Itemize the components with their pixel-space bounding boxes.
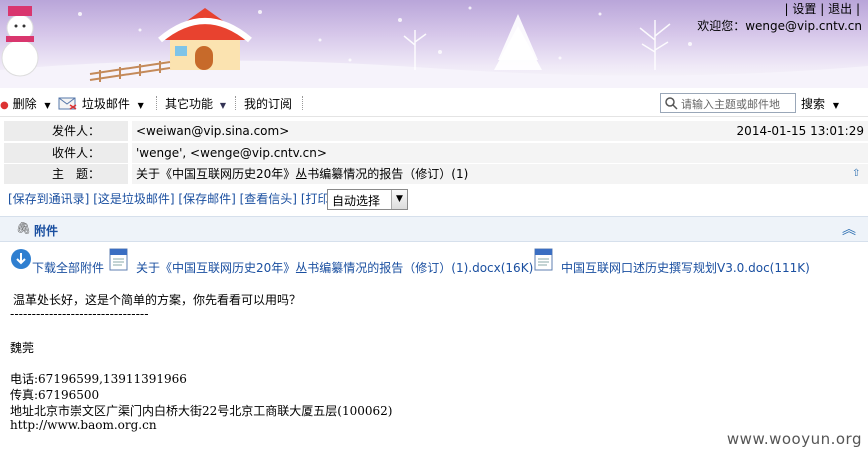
mark-spam-link[interactable]: [这是垃圾邮件] [93, 192, 174, 206]
body-sender-name: 魏莞 [10, 341, 35, 355]
paperclip-icon: 🖇 [16, 221, 32, 235]
toolbar-divider [235, 96, 237, 110]
collapse-attachments-icon[interactable]: ︽ [842, 219, 856, 239]
chevron-down-icon: ▼ [44, 101, 51, 110]
winter-banner: | 设置 | 退出 | 欢迎您：wenge@vip.cntv.cn [0, 0, 868, 88]
body-address: 地址北京市崇文区广渠门内白桥大街22号北京工商联大厦五层(100062) [10, 404, 393, 418]
banner-illustration [0, 6, 868, 88]
body-divider: -------------------------------- [10, 307, 149, 321]
from-row: 发件人： <weiwan@vip.sina.com> 2014-01-15 13… [4, 121, 868, 141]
download-all-link[interactable]: 下载全部附件 [32, 259, 104, 276]
spam-mail-icon [58, 97, 77, 110]
attachment-file-link[interactable]: 中国互联网口述历史撰写规划V3.0.doc(111K) [561, 259, 810, 276]
to-label: 收件人： [4, 143, 128, 163]
attachment-file-link[interactable]: 关于《中国互联网历史20年》丛书编纂情况的报告（修订）(1).docx(16K) [136, 259, 533, 276]
subject-row: 主 题： 关于《中国互联网历史20年》丛书编纂情况的报告（修订）(1) [4, 164, 868, 184]
to-row: 收件人： 'wenge', <wenge@vip.cntv.cn> [4, 143, 868, 163]
spam-label: 垃圾邮件 [81, 97, 130, 111]
sent-date: 2014-01-15 13:01:29 [736, 124, 864, 138]
top-links: | 设置 | 退出 | [785, 0, 860, 17]
top-links-divider: | [820, 2, 825, 16]
top-links-divider: | [784, 2, 789, 16]
delete-label: 删除 [12, 97, 37, 111]
chevron-down-icon: ▼ [391, 190, 407, 209]
download-icon [11, 249, 31, 269]
search-icon [665, 97, 678, 110]
view-headers-link[interactable]: [查看信头] [240, 192, 297, 206]
from-label: 发件人： [4, 121, 128, 141]
other-functions-button[interactable]: 其它功能 ▼ [165, 95, 226, 112]
search-placeholder: 请输入主题或邮件地 [681, 98, 780, 111]
save-mail-link[interactable]: [保存邮件] [178, 192, 235, 206]
welcome-text: 欢迎您：wenge@vip.cntv.cn [697, 19, 862, 33]
toolbar-divider [302, 96, 304, 110]
chevron-down-icon: ▼ [832, 101, 839, 110]
encoding-select-value: 自动选择 [332, 194, 381, 208]
word-document-icon [109, 248, 128, 271]
watermark-text: www.wooyun.org [726, 430, 862, 448]
attachments-title: 附件 [34, 224, 59, 238]
chevron-down-icon: ▼ [219, 101, 226, 110]
body-website[interactable]: http://www.baom.org.cn [10, 418, 157, 432]
chevron-down-icon: ▼ [137, 101, 144, 110]
word-document-icon [534, 248, 553, 271]
body-fax: 传真:67196500 [10, 388, 100, 402]
logout-link[interactable]: 退出 [828, 2, 852, 16]
top-links-divider: | [855, 2, 860, 16]
save-to-contacts-link[interactable]: [保存到通讯录] [8, 192, 89, 206]
delete-icon: ● [0, 100, 9, 111]
mail-actions: [保存到通讯录] [这是垃圾邮件] [保存邮件] [查看信头] [打印] [8, 190, 334, 207]
search-button[interactable]: 搜索 ▼ [801, 95, 839, 112]
other-functions-label: 其它功能 [165, 97, 214, 111]
settings-link[interactable]: 设置 [792, 2, 816, 16]
body-greeting: 温革处长好，这是个简单的方案，你先看看可以用吗？ [13, 293, 302, 307]
subject-label: 主 题： [4, 164, 128, 184]
spam-button[interactable]: 垃圾邮件 ▼ [58, 95, 144, 112]
toolbar-divider [156, 96, 158, 110]
collapse-header-icon[interactable]: ⇧ [852, 168, 860, 179]
mail-toolbar: ● 删除 ▼ 垃圾邮件 ▼ 其它功能 ▼ 我的订阅 请输入主题或邮件地 搜索 ▼ [0, 90, 868, 117]
subject-value: 关于《中国互联网历史20年》丛书编纂情况的报告（修订）(1) [132, 164, 868, 184]
body-phone: 电话:67196599,13911391966 [10, 372, 187, 386]
attachments-list: 下载全部附件 关于《中国互联网历史20年》丛书编纂情况的报告（修订）(1).do… [0, 244, 868, 284]
search-input[interactable]: 请输入主题或邮件地 [660, 93, 796, 113]
search-button-label: 搜索 [801, 97, 826, 111]
to-value: 'wenge', <wenge@vip.cntv.cn> [132, 143, 868, 163]
encoding-select[interactable]: 自动选择 ▼ [327, 189, 408, 210]
delete-button[interactable]: ● 删除 ▼ [0, 95, 51, 112]
my-subscriptions-button[interactable]: 我的订阅 [244, 95, 292, 112]
attachments-header: 🖇 附件 ︽ [0, 216, 868, 242]
